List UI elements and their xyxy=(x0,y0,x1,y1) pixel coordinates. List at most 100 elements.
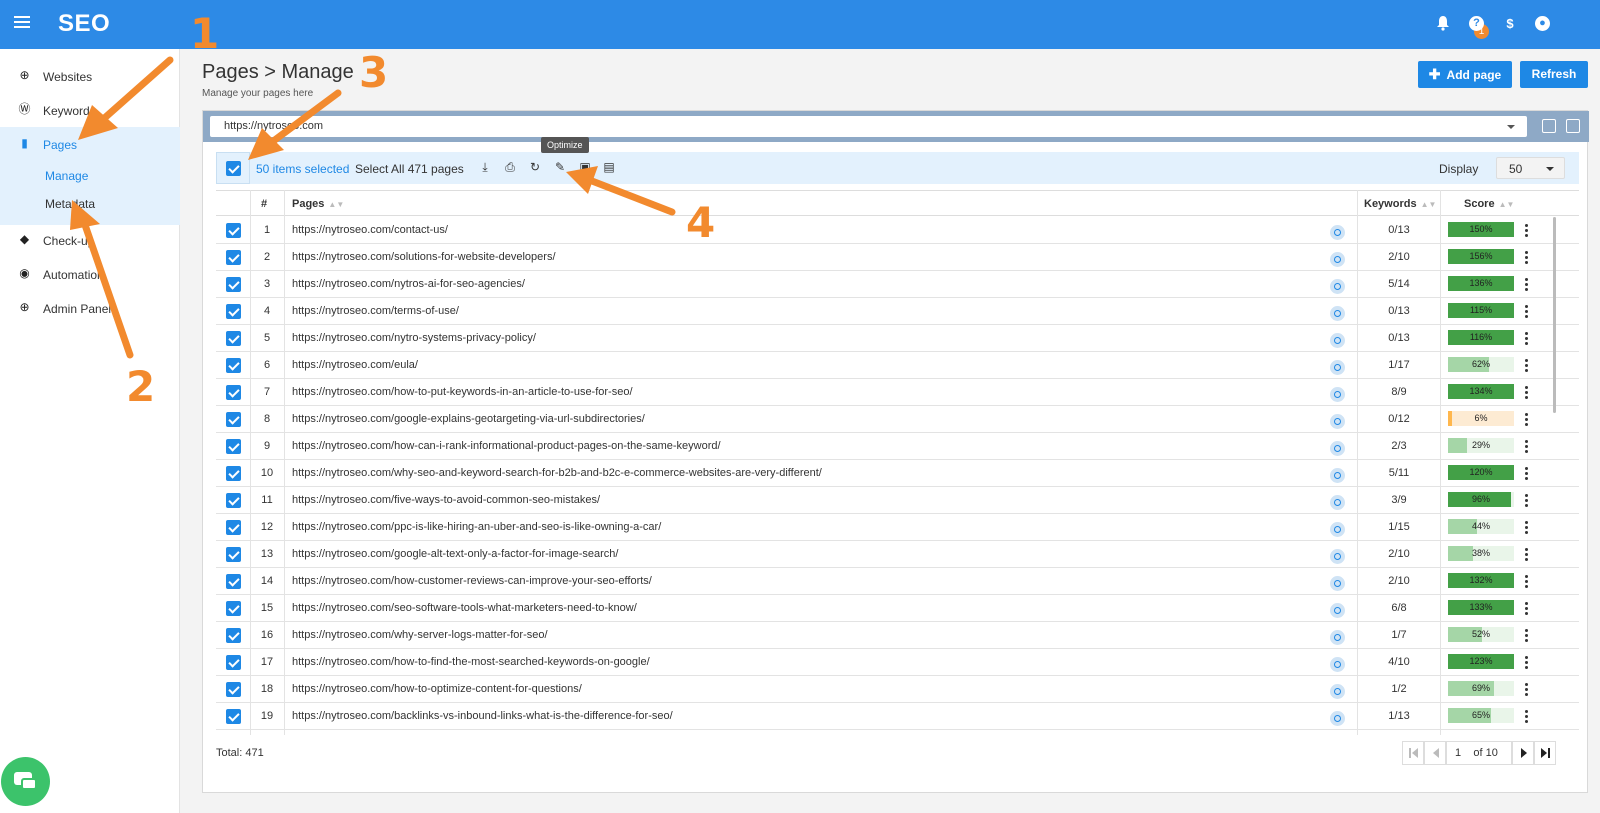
next-page-button[interactable] xyxy=(1512,741,1534,765)
more-options-icon[interactable] xyxy=(1525,251,1529,264)
more-options-icon[interactable] xyxy=(1525,386,1529,399)
more-options-icon[interactable] xyxy=(1525,629,1529,642)
page-url[interactable]: https://nytroseo.com/contact-us/ xyxy=(292,224,448,236)
more-options-icon[interactable] xyxy=(1525,710,1529,723)
table-row[interactable]: 19 https://nytroseo.com/backlinks-vs-inbo… xyxy=(216,703,1579,730)
row-checkbox[interactable] xyxy=(226,628,241,643)
row-checkbox[interactable] xyxy=(226,385,241,400)
optimize-row-icon[interactable] xyxy=(1330,441,1345,456)
add-page-button[interactable]: ✚ Add page xyxy=(1418,61,1512,88)
display-select[interactable]: 50 xyxy=(1496,157,1565,179)
row-checkbox[interactable] xyxy=(226,304,241,319)
page-url[interactable]: https://nytroseo.com/google-alt-text-onl… xyxy=(292,548,618,560)
last-page-button[interactable] xyxy=(1534,741,1556,765)
table-row[interactable]: 18 https://nytroseo.com/how-to-optimize-c… xyxy=(216,676,1579,703)
table-row[interactable]: 10 https://nytroseo.com/why-seo-and-keywo… xyxy=(216,460,1579,487)
page-url[interactable]: https://nytroseo.com/why-seo-and-keyword… xyxy=(292,467,822,479)
column-header-keywords[interactable]: Keywords ▲▼ xyxy=(1364,198,1436,210)
page-url[interactable]: https://nytroseo.com/five-ways-to-avoid-… xyxy=(292,494,600,506)
sidebar-subitem-manage[interactable]: Manage xyxy=(45,169,88,183)
table-row[interactable]: 14 https://nytroseo.com/how-customer-revi… xyxy=(216,568,1579,595)
bell-icon[interactable] xyxy=(1434,15,1452,33)
optimize-row-icon[interactable] xyxy=(1330,468,1345,483)
website-select[interactable]: https://nytroseo.com xyxy=(210,116,1527,137)
more-options-icon[interactable] xyxy=(1525,494,1529,507)
row-checkbox[interactable] xyxy=(226,493,241,508)
dollar-icon[interactable]: $ xyxy=(1501,15,1519,33)
trash-icon[interactable]: ▤ xyxy=(602,160,616,174)
optimize-row-icon[interactable] xyxy=(1330,333,1345,348)
more-options-icon[interactable] xyxy=(1525,521,1529,534)
copy-icon[interactable] xyxy=(1542,119,1556,133)
page-url[interactable]: https://nytroseo.com/terms-of-use/ xyxy=(292,305,459,317)
external-link-icon[interactable] xyxy=(1566,119,1580,133)
optimize-row-icon[interactable] xyxy=(1330,657,1345,672)
table-row[interactable]: 7 https://nytroseo.com/how-to-put-keyword… xyxy=(216,379,1579,406)
sidebar-item-automation[interactable]: ◉ Automation xyxy=(0,257,180,291)
selected-count[interactable]: 50 items selected xyxy=(256,162,349,176)
row-checkbox[interactable] xyxy=(226,466,241,481)
optimize-row-icon[interactable] xyxy=(1330,549,1345,564)
more-options-icon[interactable] xyxy=(1525,305,1529,318)
table-row[interactable]: 17 https://nytroseo.com/how-to-find-the-m… xyxy=(216,649,1579,676)
page-input[interactable]: 1 of 10 xyxy=(1446,741,1512,765)
optimize-row-icon[interactable] xyxy=(1330,576,1345,591)
page-url[interactable]: https://nytroseo.com/nytro-systems-priva… xyxy=(292,332,536,344)
optimize-icon[interactable]: ✎ xyxy=(553,160,567,174)
page-url[interactable]: https://nytroseo.com/ppc-is-like-hiring-… xyxy=(292,521,661,533)
row-checkbox[interactable] xyxy=(226,601,241,616)
table-scrollbar[interactable] xyxy=(1553,217,1556,413)
row-checkbox[interactable] xyxy=(226,331,241,346)
optimize-row-icon[interactable] xyxy=(1330,603,1345,618)
menu-icon[interactable] xyxy=(14,15,30,29)
optimize-row-icon[interactable] xyxy=(1330,495,1345,510)
row-checkbox[interactable] xyxy=(226,358,241,373)
page-url[interactable]: https://nytroseo.com/nytros-ai-for-seo-a… xyxy=(292,278,525,290)
table-row[interactable]: 13 https://nytroseo.com/google-alt-text-o… xyxy=(216,541,1579,568)
page-url[interactable]: https://nytroseo.com/seo-software-tools-… xyxy=(292,602,637,614)
optimize-row-icon[interactable] xyxy=(1330,711,1345,726)
table-row[interactable]: 6 https://nytroseo.com/eula/1/17 62% xyxy=(216,352,1579,379)
optimize-row-icon[interactable] xyxy=(1330,306,1345,321)
print-icon[interactable]: ⎙ xyxy=(503,160,517,174)
page-url[interactable]: https://nytroseo.com/eula/ xyxy=(292,359,418,371)
optimize-row-icon[interactable] xyxy=(1330,387,1345,402)
row-checkbox[interactable] xyxy=(226,655,241,670)
sidebar-item-websites[interactable]: ⊕ Websites xyxy=(0,59,180,93)
row-checkbox[interactable] xyxy=(226,574,241,589)
table-row[interactable]: 12 https://nytroseo.com/ppc-is-like-hirin… xyxy=(216,514,1579,541)
page-url[interactable]: https://nytroseo.com/how-can-i-rank-info… xyxy=(292,440,721,452)
more-options-icon[interactable] xyxy=(1525,440,1529,453)
column-header-pages[interactable]: Pages ▲▼ xyxy=(292,198,344,210)
table-row[interactable]: 8 https://nytroseo.com/google-explains-ge… xyxy=(216,406,1579,433)
select-all-checkbox[interactable] xyxy=(226,161,241,176)
optimize-row-icon[interactable] xyxy=(1330,360,1345,375)
more-options-icon[interactable] xyxy=(1525,278,1529,291)
table-row[interactable]: 20https://nytroseo.com/should-your-seo-t… xyxy=(216,730,1579,735)
page-url[interactable]: https://nytroseo.com/backlinks-vs-inboun… xyxy=(292,710,673,722)
optimize-row-icon[interactable] xyxy=(1330,225,1345,240)
more-options-icon[interactable] xyxy=(1525,602,1529,615)
page-url[interactable]: https://nytroseo.com/how-to-put-keywords… xyxy=(292,386,633,398)
column-header-score[interactable]: Score ▲▼ xyxy=(1464,198,1514,210)
more-options-icon[interactable] xyxy=(1525,332,1529,345)
row-checkbox[interactable] xyxy=(226,709,241,724)
sidebar-item-pages[interactable]: ▮ Pages xyxy=(0,127,180,161)
table-row[interactable]: 11 https://nytroseo.com/five-ways-to-avoi… xyxy=(216,487,1579,514)
table-row[interactable]: 4 https://nytroseo.com/terms-of-use/0/13 1… xyxy=(216,298,1579,325)
page-url[interactable]: https://nytroseo.com/how-customer-review… xyxy=(292,575,652,587)
table-row[interactable]: 16 https://nytroseo.com/why-server-logs-m… xyxy=(216,622,1579,649)
row-checkbox[interactable] xyxy=(226,547,241,562)
row-checkbox[interactable] xyxy=(226,223,241,238)
table-row[interactable]: 15 https://nytroseo.com/seo-software-tool… xyxy=(216,595,1579,622)
refresh-button[interactable]: Refresh xyxy=(1520,61,1588,88)
sidebar-item-admin-panel[interactable]: ⊕ Admin Panel xyxy=(0,291,180,325)
more-options-icon[interactable] xyxy=(1525,224,1529,237)
more-options-icon[interactable] xyxy=(1525,467,1529,480)
table-row[interactable]: 2 https://nytroseo.com/solutions-for-webs… xyxy=(216,244,1579,271)
row-checkbox[interactable] xyxy=(226,439,241,454)
page-url[interactable]: https://nytroseo.com/how-to-optimize-con… xyxy=(292,683,582,695)
row-checkbox[interactable] xyxy=(226,277,241,292)
more-options-icon[interactable] xyxy=(1525,656,1529,669)
table-row[interactable]: 9 https://nytroseo.com/how-can-i-rank-inf… xyxy=(216,433,1579,460)
